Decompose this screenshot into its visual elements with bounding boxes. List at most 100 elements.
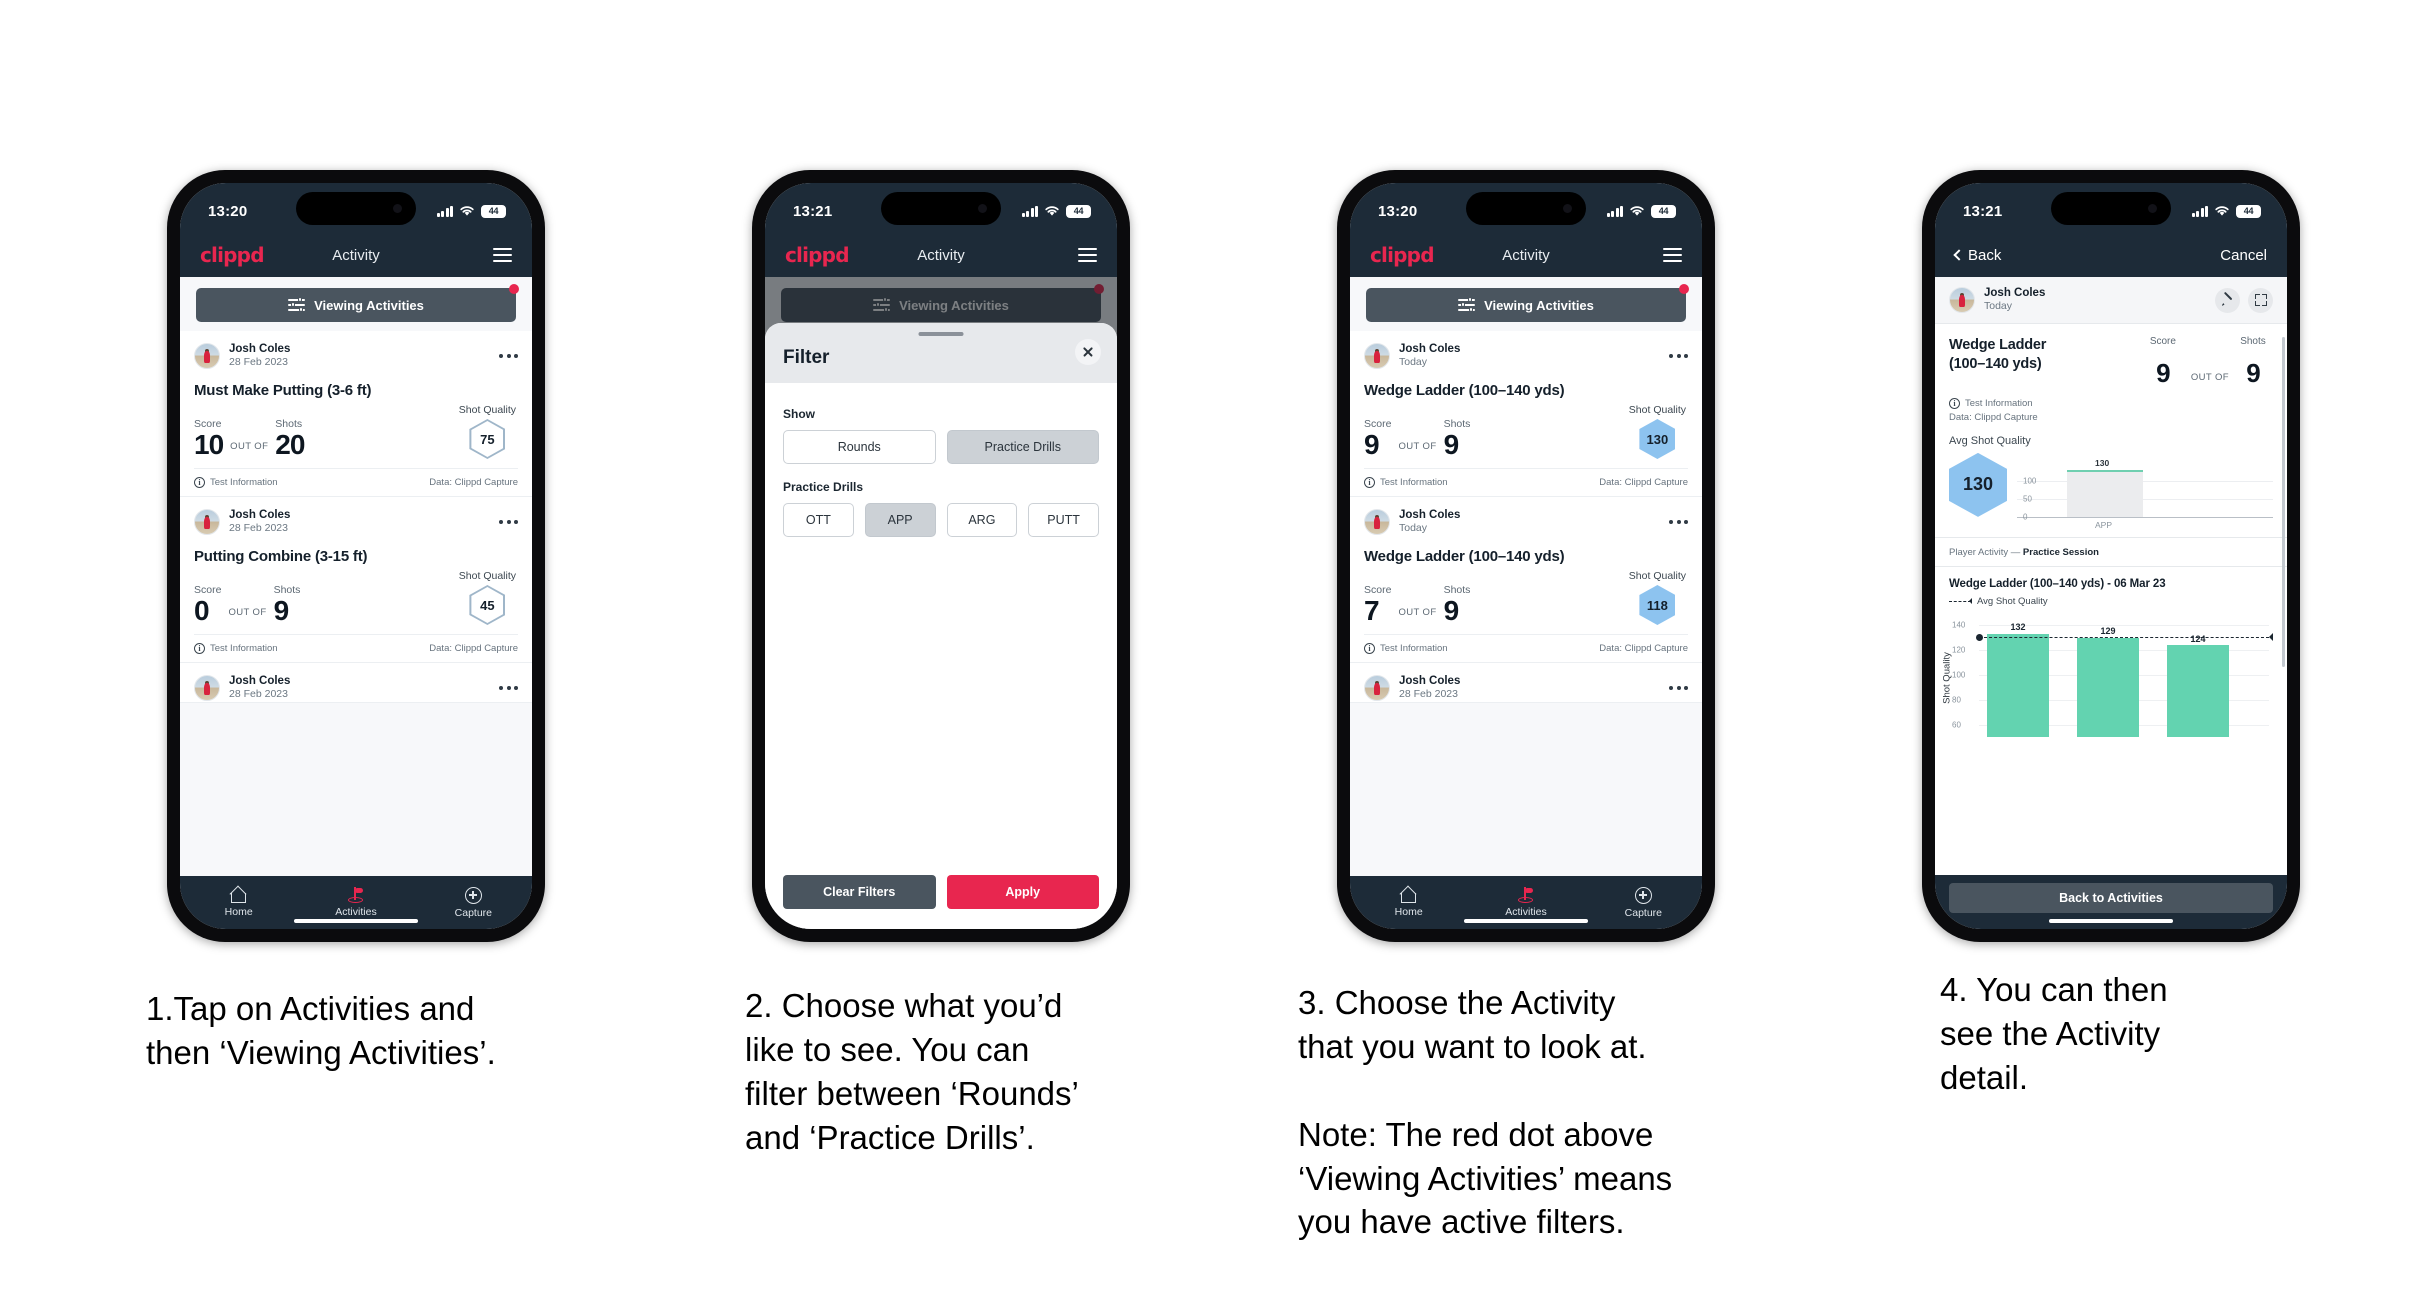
tab-capture-label: Capture xyxy=(1624,906,1662,919)
card-date: 28 Feb 2023 xyxy=(229,688,288,701)
test-information-label: Test Information xyxy=(1380,643,1448,655)
detail-date: Today xyxy=(1984,300,2013,313)
shot-quality-hexagon: 45 xyxy=(469,585,506,626)
detail-title: Wedge Ladder (100–140 yds) xyxy=(1949,337,2047,372)
tab-capture[interactable]: Capture xyxy=(415,886,532,919)
card-menu-icon[interactable] xyxy=(1669,686,1688,691)
page-title: Activity xyxy=(332,246,380,264)
info-icon: i xyxy=(1949,397,1960,409)
phone-3-filtered-activities: 13:20 44 clippd Activity Viewing Activit… xyxy=(1337,170,1715,942)
golf-flag-icon xyxy=(1517,887,1534,903)
shot-quality-value: 130 xyxy=(1646,431,1669,447)
tab-home[interactable]: Home xyxy=(180,888,297,918)
phone-1-activities-list: 13:20 44 clippd Activity Viewing Activit… xyxy=(167,170,545,942)
detail-user-name: Josh Coles xyxy=(1984,287,2046,299)
viewing-activities-button[interactable]: Viewing Activities xyxy=(196,288,516,322)
mini-ytick-0: 0 xyxy=(2023,512,2028,522)
plus-circle-icon xyxy=(464,886,482,904)
info-icon: i xyxy=(194,643,205,655)
shot-quality-hexagon: 130 xyxy=(1639,419,1676,460)
tab-capture[interactable]: Capture xyxy=(1585,886,1702,919)
test-information-label: Test Information xyxy=(210,643,278,655)
shot-quality-value: 45 xyxy=(471,587,504,624)
show-label: Show xyxy=(783,407,815,421)
back-button[interactable]: Back xyxy=(1953,247,2001,264)
player-activity-prefix: Player Activity — xyxy=(1949,546,2023,558)
card-title: Putting Combine (3-15 ft) xyxy=(194,548,368,566)
vertical-scrollbar[interactable] xyxy=(2282,337,2285,667)
status-time: 13:21 xyxy=(1963,202,2003,220)
page-title: Activity xyxy=(1502,246,1550,264)
menu-icon[interactable] xyxy=(1078,247,1097,263)
show-option-practice-drills[interactable]: Practice Drills xyxy=(946,430,1099,464)
cellular-signal-icon xyxy=(2191,205,2208,217)
card-user-name: Josh Coles xyxy=(229,343,291,355)
battery-icon: 44 xyxy=(2236,204,2261,218)
practice-drills-label: Practice Drills xyxy=(783,480,864,494)
activity-card[interactable]: Josh Coles 28 Feb 2023 Must Make Putting… xyxy=(180,331,532,498)
filter-sheet: Filter Show Rounds Practice Drills Pract… xyxy=(765,323,1117,929)
card-date: 28 Feb 2023 xyxy=(229,522,288,535)
cancel-button[interactable]: Cancel xyxy=(2220,247,2267,264)
viewing-activities-label: Viewing Activities xyxy=(314,297,424,313)
activity-card-partial[interactable]: Josh Coles 28 Feb 2023 xyxy=(180,663,532,704)
shot-quality-value: 118 xyxy=(1646,597,1668,613)
sliders-icon xyxy=(288,297,306,312)
activity-card[interactable]: Josh Coles Today Wedge Ladder (100–140 y… xyxy=(1350,331,1702,498)
clippd-logo: clippd xyxy=(1370,243,1435,267)
data-source-label: Data: Clippd Capture xyxy=(429,643,518,655)
tab-activities[interactable]: Activities xyxy=(1467,887,1584,918)
mini-ytick-50: 50 xyxy=(2023,494,2032,504)
viewing-activities-button[interactable]: Viewing Activities xyxy=(1366,288,1686,322)
drill-option-putt[interactable]: PUTT xyxy=(1028,503,1099,537)
show-option-rounds[interactable]: Rounds xyxy=(783,430,936,464)
tab-home-label: Home xyxy=(1394,905,1423,918)
show-options: Rounds Practice Drills xyxy=(783,430,1099,464)
cellular-signal-icon xyxy=(1021,205,1038,217)
card-menu-icon[interactable] xyxy=(499,520,518,525)
apply-button[interactable]: Apply xyxy=(946,875,1099,909)
mini-ytick-100: 100 xyxy=(2023,476,2037,486)
activity-card[interactable]: Josh Coles 28 Feb 2023 Putting Combine (… xyxy=(180,497,532,664)
cellular-signal-icon xyxy=(436,205,453,217)
avatar xyxy=(194,509,220,536)
card-menu-icon[interactable] xyxy=(499,354,518,358)
drill-option-ott[interactable]: OTT xyxy=(783,503,854,537)
activity-card-partial[interactable]: Josh Coles 28 Feb 2023 xyxy=(1350,663,1702,704)
score-label: Score xyxy=(194,583,222,596)
activity-card[interactable]: Josh Coles Today Wedge Ladder (100–140 y… xyxy=(1350,497,1702,664)
wifi-icon xyxy=(1630,206,1644,216)
activities-screen: Viewing Activities Josh Coles 28 Feb 202… xyxy=(180,277,532,876)
avg-shot-quality-label: Avg Shot Quality xyxy=(1949,434,2031,447)
drill-option-app[interactable]: APP xyxy=(864,503,936,537)
detail-test-information: Test Information xyxy=(1965,397,2033,409)
shots-label: Shots xyxy=(1443,583,1471,596)
back-to-activities-button[interactable]: Back to Activities xyxy=(1949,883,2273,913)
shots-label: Shots xyxy=(1443,417,1471,430)
clear-filters-button[interactable]: Clear Filters xyxy=(783,875,936,909)
card-menu-icon[interactable] xyxy=(1669,520,1688,525)
chevron-left-icon xyxy=(1953,249,1965,261)
shots-value: 9 xyxy=(1443,594,1460,626)
home-icon xyxy=(1400,888,1417,903)
card-date: Today xyxy=(1399,522,1428,535)
home-icon xyxy=(230,888,247,903)
card-menu-icon[interactable] xyxy=(499,686,518,691)
active-filter-dot xyxy=(1679,284,1689,294)
shots-value: 9 xyxy=(1443,428,1460,460)
tab-home[interactable]: Home xyxy=(1350,888,1467,918)
fullscreen-button[interactable] xyxy=(2248,287,2273,313)
shot-quality-value: 75 xyxy=(471,421,504,458)
edit-button[interactable] xyxy=(2215,287,2240,313)
test-information-label: Test Information xyxy=(210,477,278,489)
tab-activities[interactable]: Activities xyxy=(297,887,414,918)
close-button[interactable] xyxy=(1075,339,1101,365)
app-header: clippd Activity xyxy=(180,233,532,277)
menu-icon[interactable] xyxy=(1663,247,1682,263)
shot-quality-hexagon: 75 xyxy=(469,419,506,460)
card-menu-icon[interactable] xyxy=(1669,354,1688,358)
battery-icon: 44 xyxy=(481,204,506,218)
drill-option-arg[interactable]: ARG xyxy=(946,503,1018,537)
sheet-grabber[interactable] xyxy=(918,332,964,336)
menu-icon[interactable] xyxy=(493,247,512,263)
